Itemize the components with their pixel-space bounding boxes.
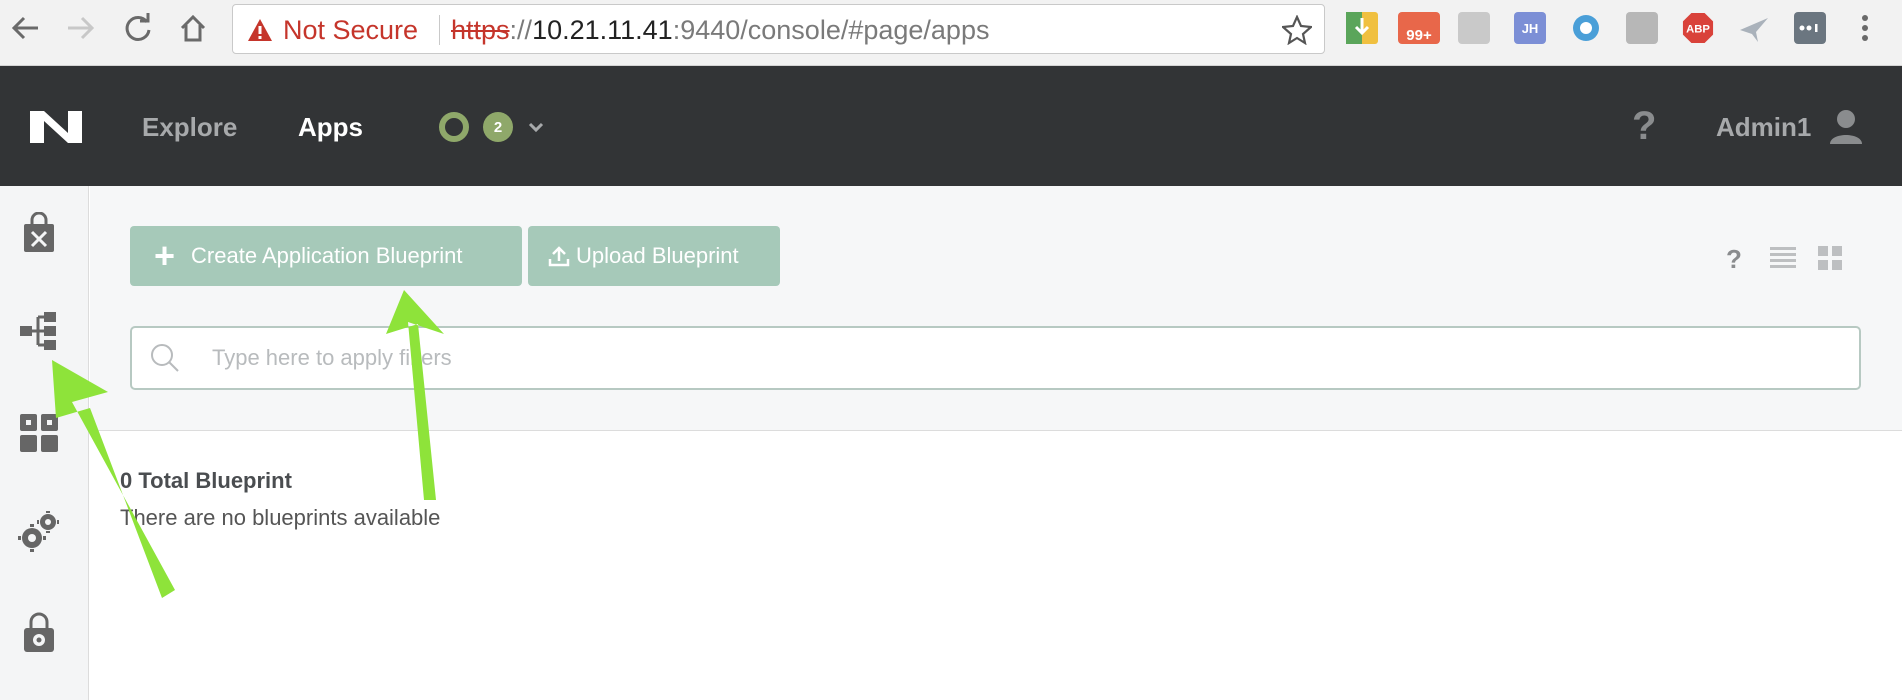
settings-gears-icon[interactable] [18,510,60,552]
nav-explore[interactable]: Explore [142,112,237,143]
password-extension-icon[interactable] [1794,12,1826,44]
jh-label: JH [1521,20,1539,36]
user-menu-name[interactable]: Admin1 [1716,112,1811,143]
home-button[interactable] [176,11,210,45]
plus-icon: + [154,235,176,276]
list-view-icon[interactable] [1770,246,1796,270]
abp-text: ABP [1686,24,1710,36]
blueprint-tree-icon[interactable] [18,310,60,352]
jh-extension-icon[interactable]: JH [1514,12,1546,44]
browser-toolbar: Not Secure https://10.21.11.41:9440/cons… [0,0,1902,66]
upload-icon [548,246,570,267]
reload-button[interactable] [121,11,155,45]
health-status-icon[interactable] [439,112,469,142]
blueprint-toolbar: + Create Application Blueprint Upload Bl… [90,186,1902,431]
alert-count-badge[interactable]: 2 [483,112,513,142]
badge-count: 99+ [1406,26,1432,44]
warning-triangle-icon [248,19,272,41]
filter-search-box[interactable] [130,326,1861,390]
create-blueprint-button[interactable]: + Create Application Blueprint [130,226,522,286]
url-host: 10.21.11.41 [532,15,673,45]
user-avatar-icon[interactable] [1828,108,1864,144]
filter-search-input[interactable] [212,342,1812,374]
url-divider [439,15,440,45]
view-help-button[interactable]: ? [1726,244,1742,275]
upload-blueprint-button[interactable]: Upload Blueprint [528,226,780,286]
bird-extension-icon[interactable] [1738,12,1770,44]
reload-icon [125,13,151,41]
blueprint-total-count: 0 Total Blueprint [120,468,292,493]
marketplace-bag-icon[interactable] [18,212,60,254]
address-bar[interactable]: Not Secure https://10.21.11.41:9440/cons… [232,4,1325,54]
url-path: :9440/console/#page/apps [672,15,990,45]
home-icon [180,14,206,42]
empty-state-message: There are no blueprints available [120,505,441,530]
bookmark-star-icon[interactable] [1282,15,1312,45]
grid-view-icon[interactable] [1818,246,1842,270]
chevron-down-icon[interactable] [528,117,544,137]
security-status: Not Secure [283,15,419,45]
adblock-extension-icon[interactable]: ABP [1682,12,1714,44]
left-sidebar [0,186,89,700]
app-header: Explore Apps 2 ? Admin1 [0,66,1902,186]
download-extension-icon[interactable] [1346,12,1378,44]
forward-button[interactable] [64,11,98,45]
search-icon [151,344,179,372]
badge-extension-icon[interactable]: 99+ [1398,12,1440,44]
image-extension-icon[interactable] [1458,12,1490,44]
create-blueprint-label: Create Application Blueprint [191,243,463,268]
url-scheme: https [451,15,510,45]
back-arrow-icon [11,16,38,40]
applications-grid-icon[interactable] [18,412,60,454]
circle-extension-icon[interactable] [1570,12,1602,44]
forward-arrow-icon [68,16,95,40]
browser-menu-button[interactable] [1848,11,1882,45]
vertical-dots-icon [1862,15,1868,41]
grey-extension-icon[interactable] [1626,12,1658,44]
nutanix-logo-icon[interactable] [30,111,82,143]
admin-lock-icon[interactable] [18,612,60,654]
url-separator: :// [509,15,533,45]
url-text: https://10.21.11.41:9440/console/#page/a… [451,15,989,46]
back-button[interactable] [8,11,42,45]
help-button[interactable]: ? [1632,104,1656,149]
upload-blueprint-label: Upload Blueprint [576,243,739,268]
nav-apps[interactable]: Apps [298,112,363,143]
